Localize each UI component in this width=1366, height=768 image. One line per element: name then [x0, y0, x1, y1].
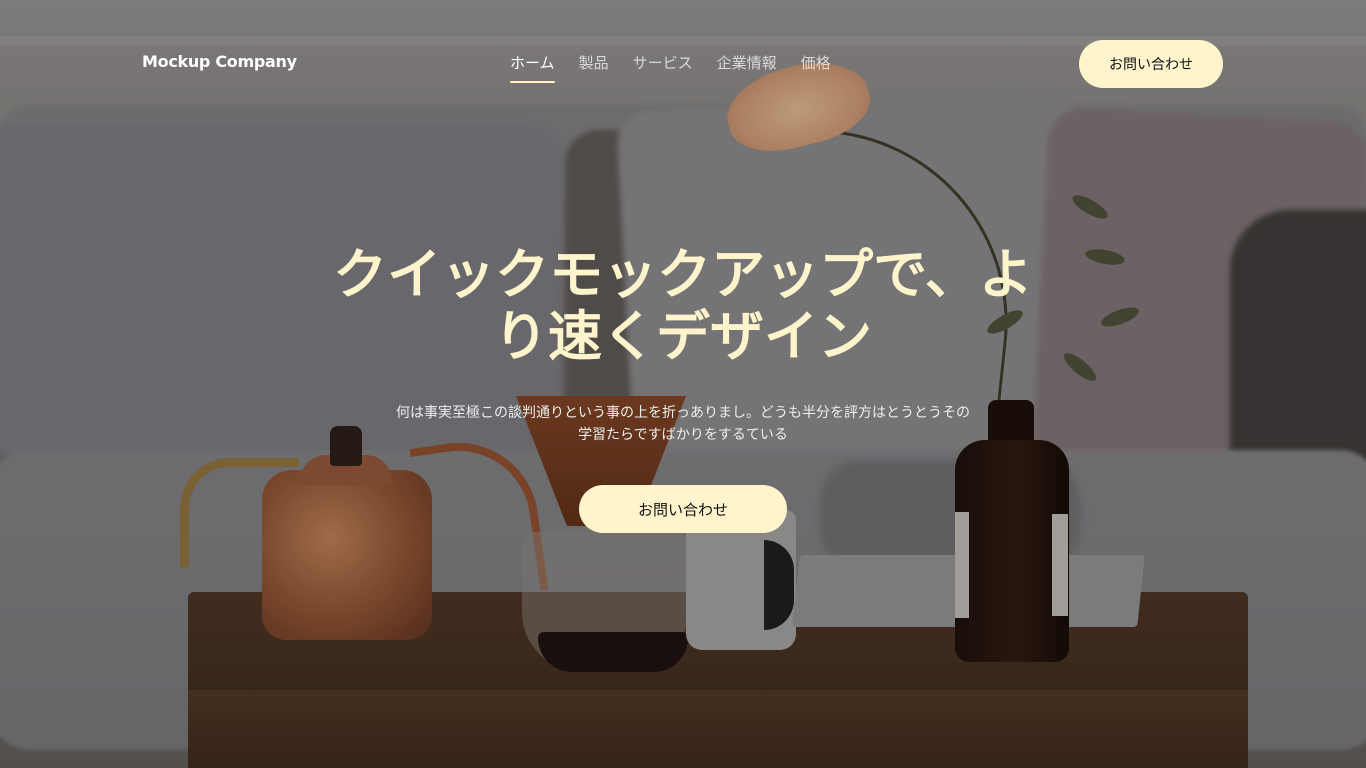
- brand-logo[interactable]: Mockup Company: [142, 52, 297, 71]
- hero-section: Mockup Company ホーム 製品 サービス 企業情報 価格 お問い合わ…: [0, 0, 1366, 768]
- nav-link-pricing[interactable]: 価格: [801, 52, 831, 83]
- nav-link-home[interactable]: ホーム: [510, 52, 555, 83]
- nav-menu: ホーム 製品 サービス 企業情報 価格: [510, 52, 831, 83]
- header-contact-button[interactable]: お問い合わせ: [1079, 40, 1223, 88]
- nav-link-company[interactable]: 企業情報: [717, 52, 777, 83]
- hero-subtitle: 何は事実至極この談判通りという事の上を折っありまし。どうも半分を評方はとうとうそ…: [396, 405, 970, 443]
- nav-link-services[interactable]: サービス: [633, 52, 693, 83]
- nav-link-products[interactable]: 製品: [579, 52, 609, 83]
- hero-title: クイックモックアップで、より速くデザイン: [333, 243, 1033, 368]
- hero-contact-button[interactable]: お問い合わせ: [579, 485, 787, 533]
- top-navbar: Mockup Company ホーム 製品 サービス 企業情報 価格 お問い合わ…: [0, 40, 1366, 88]
